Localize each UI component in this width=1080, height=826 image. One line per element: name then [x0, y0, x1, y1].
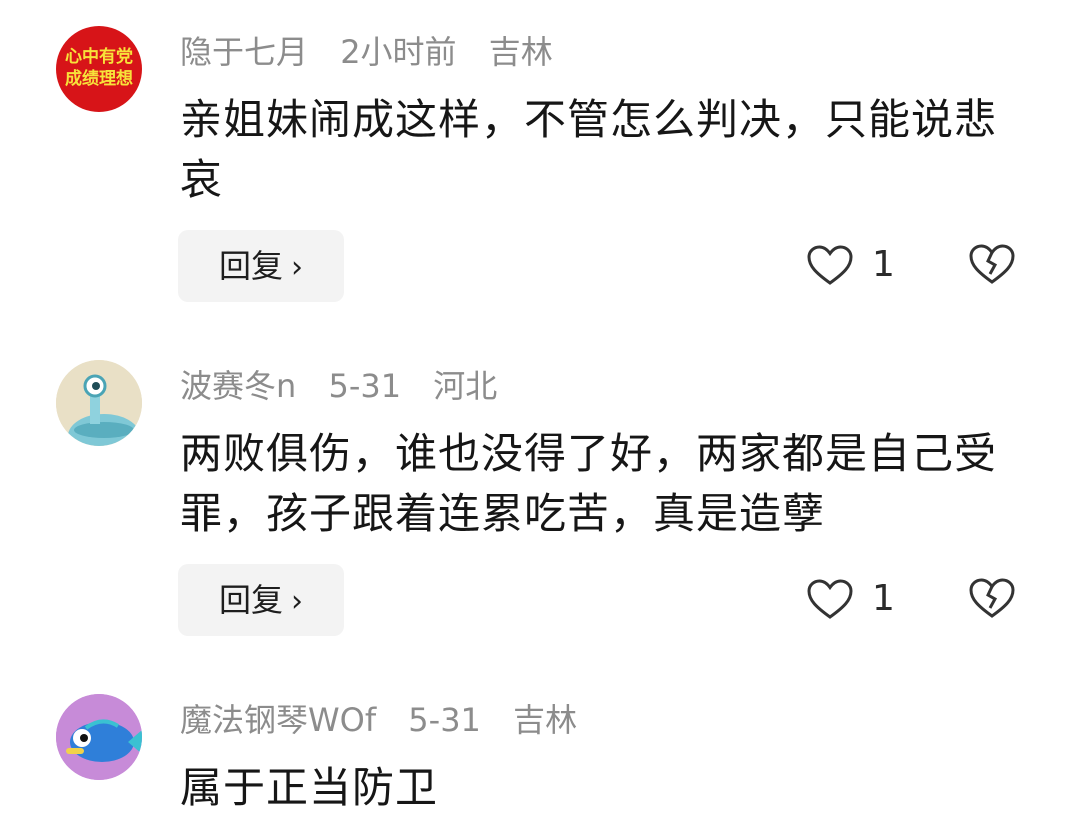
username[interactable]: 隐于七月 [180, 33, 308, 71]
broken-heart-icon [969, 244, 1015, 284]
comment-text: 属于正当防卫 [180, 763, 439, 812]
like-button[interactable]: 1 [806, 574, 896, 624]
comment-meta: 隐于七月 2小时前 吉林 [180, 32, 575, 72]
username[interactable]: 波赛冬n [180, 367, 296, 405]
heart-outline-icon [807, 245, 853, 285]
location: 吉林 [513, 701, 578, 739]
location: 吉林 [488, 33, 553, 71]
timestamp: 2小时前 [340, 33, 457, 71]
reply-button[interactable]: 回复 › [178, 564, 344, 636]
robot-avatar-icon [56, 360, 142, 446]
reply-button[interactable]: 回复 › [178, 230, 344, 302]
timestamp: 5-31 [328, 367, 402, 405]
avatar[interactable] [56, 694, 142, 780]
dislike-button[interactable] [968, 242, 1016, 288]
like-count: 1 [872, 244, 895, 285]
reply-label: 回复 [218, 581, 283, 619]
avatar[interactable] [56, 360, 142, 446]
reply-label: 回复 [218, 247, 283, 285]
broken-heart-icon [969, 578, 1015, 618]
location: 河北 [433, 367, 498, 405]
like-button[interactable]: 1 [806, 240, 896, 290]
comment-meta: 魔法钢琴WOf 5-31 吉林 [180, 700, 599, 740]
heart-outline-icon [807, 579, 853, 619]
username[interactable]: 魔法钢琴WOf [180, 701, 376, 739]
fish-avatar-icon [56, 694, 142, 780]
chevron-right-icon: › [291, 584, 303, 619]
comment-meta: 波赛冬n 5-31 河北 [180, 366, 519, 406]
timestamp: 5-31 [408, 701, 481, 739]
comment-text: 两败俱伤，谁也没得了好，两家都是自己受罪，孩子跟着连累吃苦，真是造孽 [180, 429, 998, 538]
chevron-right-icon: › [291, 250, 303, 285]
avatar-text: 心中有党 [65, 47, 133, 67]
like-count: 1 [872, 578, 895, 619]
comment-text: 亲姐妹闹成这样，不管怎么判决，只能说悲哀 [180, 95, 998, 204]
dislike-button[interactable] [968, 576, 1016, 622]
avatar-text: 成绩理想 [65, 69, 133, 89]
avatar[interactable]: 心中有党 成绩理想 [56, 26, 142, 112]
